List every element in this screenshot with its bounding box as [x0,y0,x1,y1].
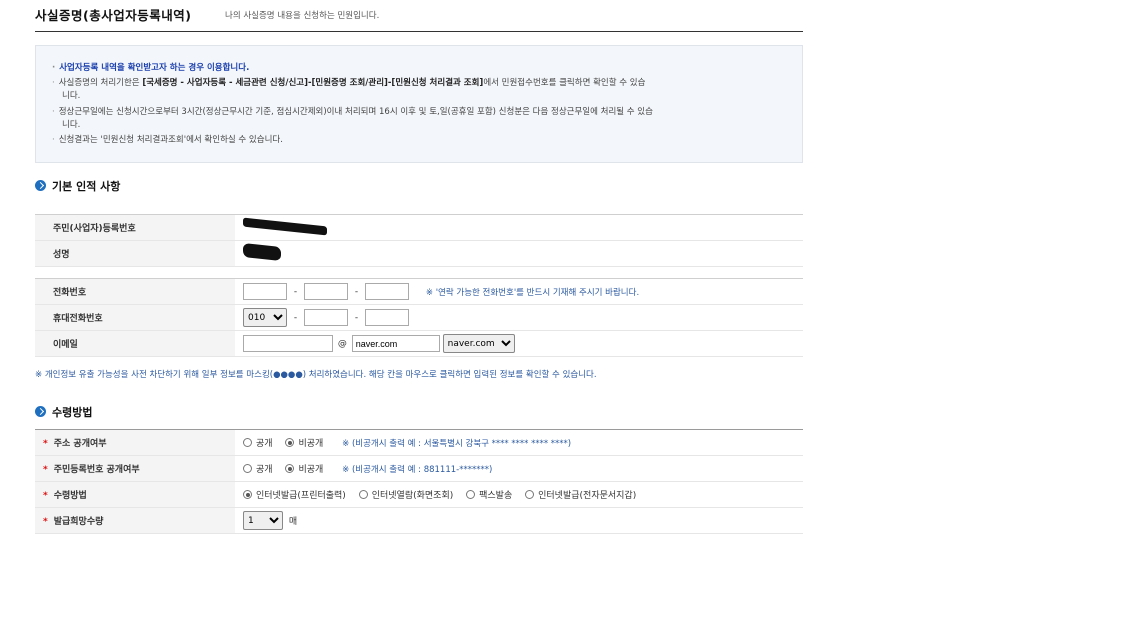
section-receive-heading: 수령방법 [35,404,92,420]
mobile-label: 휴대전화번호 [35,304,235,331]
rrn-label: * 주민등록번호 공개여부 [35,455,235,482]
email-inputs: @ naver.com [235,330,803,357]
addr-options: 공개 비공개 ※ (비공개시 출력 예 : 서울특별시 강북구 **** ***… [235,429,803,456]
method-label: * 수령방법 [35,481,235,508]
id-row: 주민(사업자)등록번호 [35,214,803,241]
rrn-options: 공개 비공개 ※ (비공개시 출력 예 : 881111-*******) [235,455,803,482]
method-print-radio[interactable] [243,490,252,499]
title-row: 사실증명(총사업자등록내역) 나의 사실증명 내용을 신청하는 민원입니다. [35,5,803,32]
basic-info-table: 주민(사업자)등록번호 성명 [35,214,803,267]
name-row: 성명 [35,240,803,267]
page-subtitle: 나의 사실증명 내용을 신청하는 민원입니다. [225,11,380,21]
privacy-note: ※ 개인정보 유출 가능성을 사전 차단하기 위해 일부 정보를 마스킹(●●●… [35,370,597,380]
rrn-row: * 주민등록번호 공개여부 공개 비공개 ※ (비공개시 출력 예 : 88111… [35,455,803,482]
addr-public-radio[interactable] [243,438,252,447]
notice-line-1: · 사업자등록 내역을 확인받고자 하는 경우 이용합니다. [52,63,250,73]
mobile-part-2[interactable] [304,309,348,326]
id-label: 주민(사업자)등록번호 [35,214,235,241]
copies-label: * 발급희망수량 [35,507,235,534]
method-fax-radio[interactable] [466,490,476,499]
addr-row: * 주소 공개여부 공개 비공개 ※ (비공개시 출력 예 : 서울특별시 강북구… [35,429,803,456]
phone-hint: ※ '연락 가능한 전화번호'를 반드시 기재해 주시기 바랍니다. [425,287,640,298]
addr-label: * 주소 공개여부 [35,429,235,456]
phone-part-1[interactable] [243,283,287,300]
copies-row: * 발급희망수량 1 매 [35,507,803,534]
phone-part-3[interactable] [365,283,409,300]
rrn-hint: ※ (비공개시 출력 예 : 881111-*******) [342,464,493,475]
method-row: * 수령방법 인터넷발급(프린터출력) 인터넷열람(화면조회) 팩스발송 인터넷발… [35,481,803,508]
masked-name [243,243,281,261]
phone-label: 전화번호 [35,278,235,305]
notice-box: · 사업자등록 내역을 확인받고자 하는 경우 이용합니다. · 사실증명의 처리기… [35,45,803,163]
notice-line-4: · 신청결과는 '민원신청 처리결과조회'에서 확인하실 수 있습니다. [52,135,283,145]
id-value-masked [235,214,803,241]
notice-line-2: · 사실증명의 처리기한은 [국세증명 - 사업자등록 - 세금관련 신청/신고]… [52,78,646,88]
addr-hint: ※ (비공개시 출력 예 : 서울특별시 강북구 **** **** **** … [342,438,572,449]
notice-line-2-wrap: 니다. [62,91,81,101]
contact-table: 전화번호 - - ※ '연락 가능한 전화번호'를 반드시 기재해 주시기 바랍… [35,278,803,357]
addr-private-radio[interactable] [285,438,295,447]
rrn-public-radio[interactable] [243,464,252,473]
name-label: 성명 [35,240,235,267]
method-wallet-radio[interactable] [525,490,535,499]
method-view-radio[interactable] [358,490,368,499]
copies-field: 1 매 [235,507,803,534]
email-row: 이메일 @ naver.com [35,330,803,357]
section-arrow-icon [35,180,46,191]
mobile-row: 휴대전화번호 010 - - [35,304,803,331]
name-value-masked [235,240,803,267]
notice-line-3-wrap: 니다. [62,120,81,130]
mobile-part-3[interactable] [365,309,409,326]
email-label: 이메일 [35,330,235,357]
mobile-prefix-select[interactable]: 010 [243,308,287,327]
masked-id [243,217,327,235]
section-basic-heading: 기본 인적 사항 [35,178,120,194]
phone-part-2[interactable] [304,283,348,300]
phone-row: 전화번호 - - ※ '연락 가능한 전화번호'를 반드시 기재해 주시기 바랍… [35,278,803,305]
email-domain-select[interactable]: naver.com [442,334,515,353]
mobile-inputs: 010 - - [235,304,803,331]
phone-inputs: - - ※ '연락 가능한 전화번호'를 반드시 기재해 주시기 바랍니다. [235,278,803,305]
page-title: 사실증명(총사업자등록내역) [35,8,192,23]
email-id-input[interactable] [243,335,333,352]
method-options: 인터넷발급(프린터출력) 인터넷열람(화면조회) 팩스발송 인터넷발급(전자문서… [235,481,803,508]
rrn-private-radio[interactable] [285,464,295,473]
email-domain-input[interactable] [351,335,440,352]
receive-table: * 주소 공개여부 공개 비공개 ※ (비공개시 출력 예 : 서울특별시 강북구… [35,429,803,534]
notice-line-3: · 정상근무일에는 신청시간으로부터 3시간(정상근무시간 기준, 점심시간제외)… [52,107,653,117]
copies-select[interactable]: 1 [243,511,283,530]
section-arrow-icon [35,406,46,417]
